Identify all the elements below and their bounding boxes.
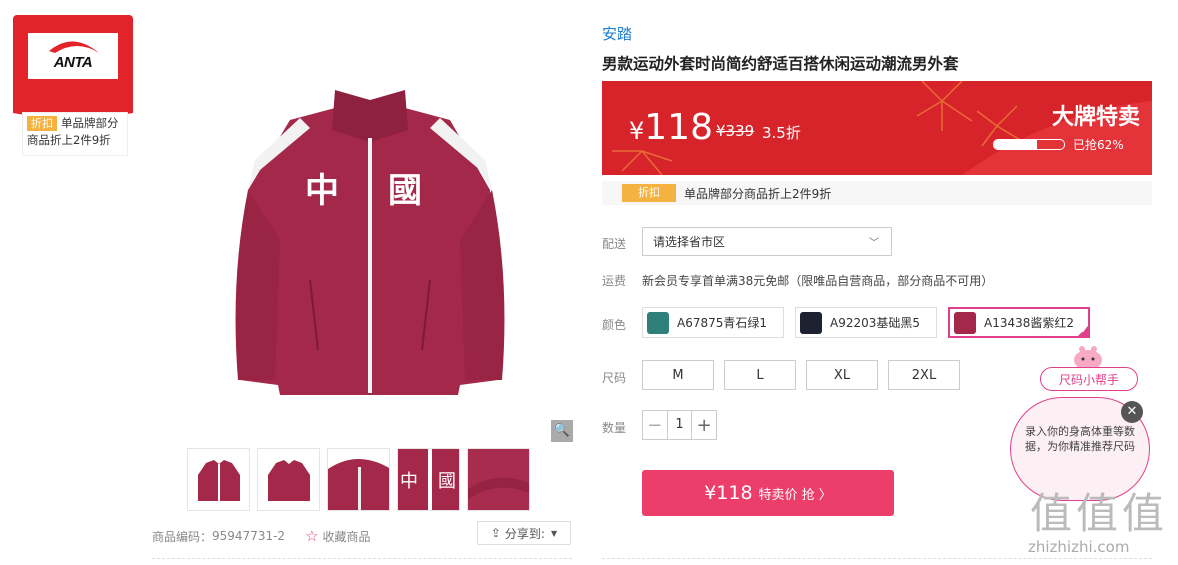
svg-text:中: 中: [305, 171, 339, 211]
svg-text:中: 中: [400, 471, 418, 492]
quantity-minus-button[interactable]: −: [643, 415, 667, 436]
color-option-name: A92203基础黑5: [830, 316, 921, 330]
size-helper-button[interactable]: 尺码小帮手: [1040, 367, 1138, 391]
chest-detail-thumb: 中國: [398, 449, 459, 510]
size-option-m[interactable]: M: [642, 360, 714, 390]
size-option-2xl[interactable]: 2XL: [888, 360, 960, 390]
item-code-label: 商品编码：: [152, 529, 213, 544]
price-banner: ¥118 ¥339 3.5折 大牌特卖 已抢62%: [602, 81, 1152, 175]
buy-button-label: 特卖价 抢 〉: [758, 487, 832, 503]
jacket-front-thumb: [198, 460, 240, 501]
share-label: 分享到:: [504, 526, 545, 541]
watermark-site: zhizhizhi.com: [1028, 538, 1130, 556]
size-label: 尺码: [602, 371, 627, 385]
color-option-name: A13438酱紫红2: [984, 316, 1075, 330]
collar-detail-thumb: [328, 449, 389, 510]
share-icon: ⇪: [490, 526, 501, 540]
color-swatch: [954, 311, 976, 334]
favorite-link[interactable]: 收藏商品: [323, 528, 371, 545]
share-button[interactable]: ⇪ 分享到: ▼: [477, 521, 571, 545]
quantity-plus-button[interactable]: +: [692, 415, 716, 436]
star-icon[interactable]: ☆: [305, 527, 318, 545]
region-select-value: 请选择省市区: [653, 235, 726, 249]
discount-tag: 折扣: [27, 116, 57, 131]
size-helper-text: 录入你的身高体重等数据，为你精准推荐尺码: [1025, 425, 1135, 453]
brand-promo-box: 折扣 单品牌部分商品折上2件9折: [22, 112, 128, 156]
size-option-l[interactable]: L: [724, 360, 796, 390]
watermark-logo: 值值值: [1030, 489, 1169, 538]
sold-progress-bar: [993, 139, 1065, 150]
brand-card[interactable]: ANTA: [13, 15, 133, 123]
jacket-back-thumb: [268, 460, 310, 501]
jacket-image: 中 國: [235, 90, 505, 395]
chevron-down-icon: ▼: [550, 528, 558, 538]
size-option-xl[interactable]: XL: [806, 360, 878, 390]
banner-title: 大牌特卖: [1052, 105, 1141, 130]
color-option-selected[interactable]: A13438酱紫红2: [948, 307, 1090, 338]
shipping-label: 运费: [602, 274, 627, 288]
zoom-icon[interactable]: 🔍: [551, 420, 573, 442]
svg-text:國: 國: [438, 471, 456, 492]
shipping-text: 新会员专享首单满38元免邮（限唯品自营商品，部分商品不可用）: [642, 274, 994, 288]
anta-swoosh-icon: [49, 41, 99, 53]
item-code: 95947731-2: [212, 529, 286, 543]
color-swatch: [647, 311, 669, 334]
discount-tag: 折扣: [622, 184, 676, 202]
original-price: ¥339: [716, 122, 755, 140]
color-option[interactable]: A67875青石绿1: [642, 307, 784, 338]
fabric-detail-thumb: [468, 449, 529, 510]
buy-button[interactable]: ¥118 特卖价 抢 〉: [642, 470, 894, 516]
sold-percent: 已抢62%: [1073, 138, 1124, 152]
quantity-input[interactable]: 1: [666, 411, 693, 439]
buy-button-price: ¥118: [704, 482, 753, 504]
quantity-stepper: − 1 +: [642, 410, 717, 440]
thumbnail-strip: 中國: [187, 448, 530, 511]
main-product-image[interactable]: 中 國: [160, 50, 580, 445]
delivery-label: 配送: [602, 237, 627, 251]
svg-text:國: 國: [388, 171, 422, 211]
brand-logo: ANTA: [28, 33, 118, 79]
sale-price: ¥118: [629, 107, 713, 148]
color-option-name: A67875青石绿1: [677, 316, 768, 330]
close-icon[interactable]: ✕: [1121, 401, 1143, 423]
thumbnail-3[interactable]: [327, 448, 390, 511]
color-label: 颜色: [602, 318, 627, 332]
divider: [152, 558, 572, 559]
color-option[interactable]: A92203基础黑5: [795, 307, 937, 338]
discount-rate: 3.5折: [762, 124, 801, 142]
check-icon: [1076, 324, 1090, 338]
thumbnail-2[interactable]: [257, 448, 320, 511]
divider: [602, 558, 1152, 559]
thumbnail-5[interactable]: [467, 448, 530, 511]
product-title: 男款运动外套时尚简约舒适百搭休闲运动潮流男外套: [602, 55, 959, 73]
brand-link[interactable]: 安踏: [602, 23, 632, 44]
promo-text: 单品牌部分商品折上2件9折: [684, 186, 832, 201]
color-swatch: [800, 311, 822, 334]
thumbnail-1[interactable]: [187, 448, 250, 511]
promo-strip: 折扣 单品牌部分商品折上2件9折: [602, 181, 1152, 205]
quantity-label: 数量: [602, 421, 627, 435]
chevron-down-icon: ﹀: [869, 238, 879, 249]
thumbnail-4[interactable]: 中國: [397, 448, 460, 511]
region-select[interactable]: 请选择省市区 ﹀: [642, 227, 892, 256]
